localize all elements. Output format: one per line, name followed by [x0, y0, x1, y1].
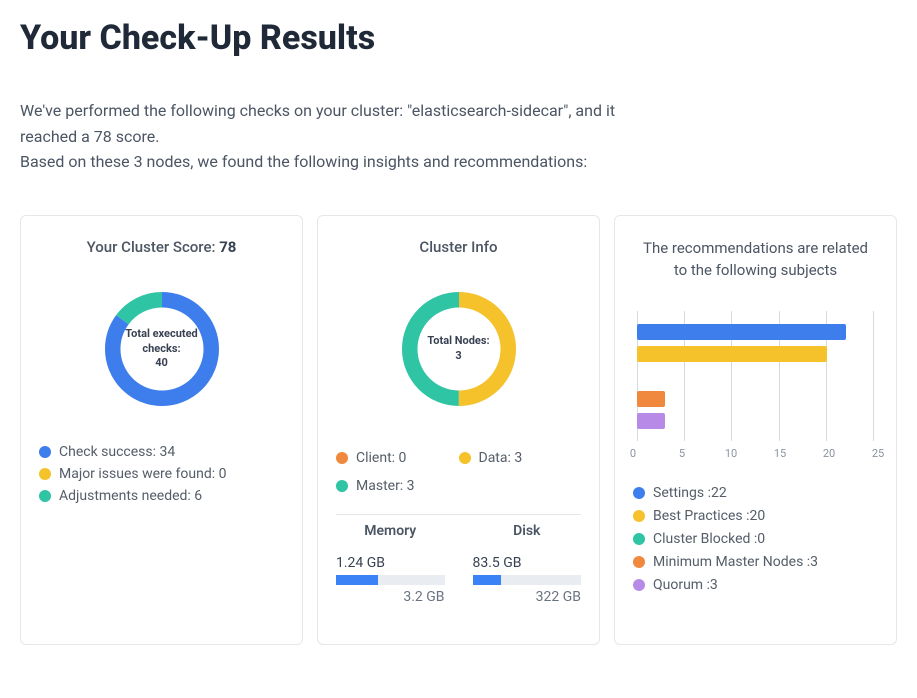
reco-bar	[637, 324, 846, 340]
score-legend: Check success: 34 Major issues were found…	[39, 444, 284, 504]
x-tick-label: 25	[872, 447, 884, 460]
reco-legend-label: Minimum Master Nodes :3	[653, 554, 818, 570]
cluster-center-label: Total Nodes:	[427, 334, 489, 348]
reco-card: The recommendations are related to the f…	[614, 215, 897, 645]
x-tick-label: 10	[725, 447, 737, 460]
memory-label: Memory	[336, 523, 445, 539]
disk-label: Disk	[473, 523, 582, 539]
reco-bar-chart	[637, 311, 874, 441]
reco-bars	[637, 311, 874, 441]
reco-heading: The recommendations are related to the f…	[643, 238, 868, 282]
score-legend-item: Adjustments needed: 6	[39, 488, 284, 504]
score-legend-item: Check success: 34	[39, 444, 284, 460]
score-legend-item: Major issues were found: 0	[39, 466, 284, 482]
score-legend-label: Adjustments needed: 6	[59, 488, 202, 504]
page-title: Your Check-Up Results	[20, 18, 897, 58]
score-legend-label: Check success: 34	[59, 444, 175, 460]
reco-legend-item: Best Practices :20	[633, 508, 878, 524]
cluster-donut-center: Total Nodes: 3	[394, 284, 524, 414]
disk-total: 322 GB	[473, 589, 582, 605]
reco-legend-item: Quorum :3	[633, 577, 878, 593]
x-tick-label: 15	[774, 447, 786, 460]
legend-dot-icon	[39, 446, 51, 458]
cluster-legend-label: Data: 3	[479, 450, 523, 466]
memory-resource: Memory 1.24 GB 3.2 GB	[336, 523, 445, 605]
memory-bar-fill	[336, 575, 378, 585]
reco-bar	[637, 413, 665, 429]
disk-used: 83.5 GB	[473, 555, 582, 571]
score-value: 78	[219, 238, 236, 256]
reco-legend-label: Settings :22	[653, 485, 727, 501]
intro-line-1: We've performed the following checks on …	[20, 98, 620, 149]
disk-bar	[473, 575, 582, 585]
reco-legend-label: Best Practices :20	[653, 508, 765, 524]
score-heading: Your Cluster Score: 78	[39, 238, 284, 256]
cluster-legend-label: Master: 3	[356, 478, 415, 494]
score-heading-prefix: Your Cluster Score:	[87, 238, 220, 256]
legend-dot-icon	[633, 579, 645, 591]
reco-xaxis: 0510152025	[633, 447, 878, 463]
x-tick-label: 20	[823, 447, 835, 460]
disk-bar-fill	[473, 575, 501, 585]
legend-dot-icon	[336, 452, 348, 464]
score-donut-chart: Total executed checks: 40	[97, 284, 227, 414]
intro-text: We've performed the following checks on …	[20, 98, 620, 175]
resource-bars: Memory 1.24 GB 3.2 GB Disk 83.5 GB 322 G…	[336, 514, 581, 605]
cards-row: Your Cluster Score: 78 Total executed ch…	[20, 215, 897, 645]
score-donut-center: Total executed checks: 40	[97, 284, 227, 414]
cluster-donut-chart: Total Nodes: 3	[394, 284, 524, 414]
score-center-value: 40	[155, 356, 168, 370]
intro-line-2: Based on these 3 nodes, we found the fol…	[20, 149, 620, 175]
score-card: Your Cluster Score: 78 Total executed ch…	[20, 215, 303, 645]
memory-used: 1.24 GB	[336, 555, 445, 571]
legend-dot-icon	[633, 487, 645, 499]
x-tick-label: 0	[630, 447, 636, 460]
reco-legend-label: Quorum :3	[653, 577, 718, 593]
memory-total: 3.2 GB	[336, 589, 445, 605]
cluster-legend-label: Client: 0	[356, 450, 406, 466]
cluster-legend-item: Master: 3	[336, 478, 459, 494]
legend-dot-icon	[633, 533, 645, 545]
disk-resource: Disk 83.5 GB 322 GB	[473, 523, 582, 605]
memory-bar	[336, 575, 445, 585]
reco-legend-item: Minimum Master Nodes :3	[633, 554, 878, 570]
legend-dot-icon	[633, 510, 645, 522]
reco-legend: Settings :22 Best Practices :20 Cluster Bl…	[633, 485, 878, 593]
cluster-legend: Client: 0 Data: 3 Master: 3	[336, 444, 581, 500]
reco-bar	[637, 391, 665, 407]
cluster-center-value: 3	[455, 349, 461, 363]
cluster-card: Cluster Info Total Nodes: 3 Client: 0 Dat…	[317, 215, 600, 645]
legend-dot-icon	[39, 490, 51, 502]
legend-dot-icon	[39, 468, 51, 480]
score-legend-label: Major issues were found: 0	[59, 466, 226, 482]
reco-legend-item: Settings :22	[633, 485, 878, 501]
reco-bar	[637, 346, 827, 362]
legend-dot-icon	[336, 480, 348, 492]
legend-dot-icon	[633, 556, 645, 568]
cluster-legend-item: Client: 0	[336, 450, 459, 466]
legend-dot-icon	[459, 452, 471, 464]
x-tick-label: 5	[679, 447, 685, 460]
score-center-label: Total executed checks:	[111, 327, 213, 356]
reco-legend-label: Cluster Blocked :0	[653, 531, 765, 547]
cluster-heading: Cluster Info	[336, 238, 581, 256]
reco-legend-item: Cluster Blocked :0	[633, 531, 878, 547]
cluster-legend-item: Data: 3	[459, 450, 582, 466]
